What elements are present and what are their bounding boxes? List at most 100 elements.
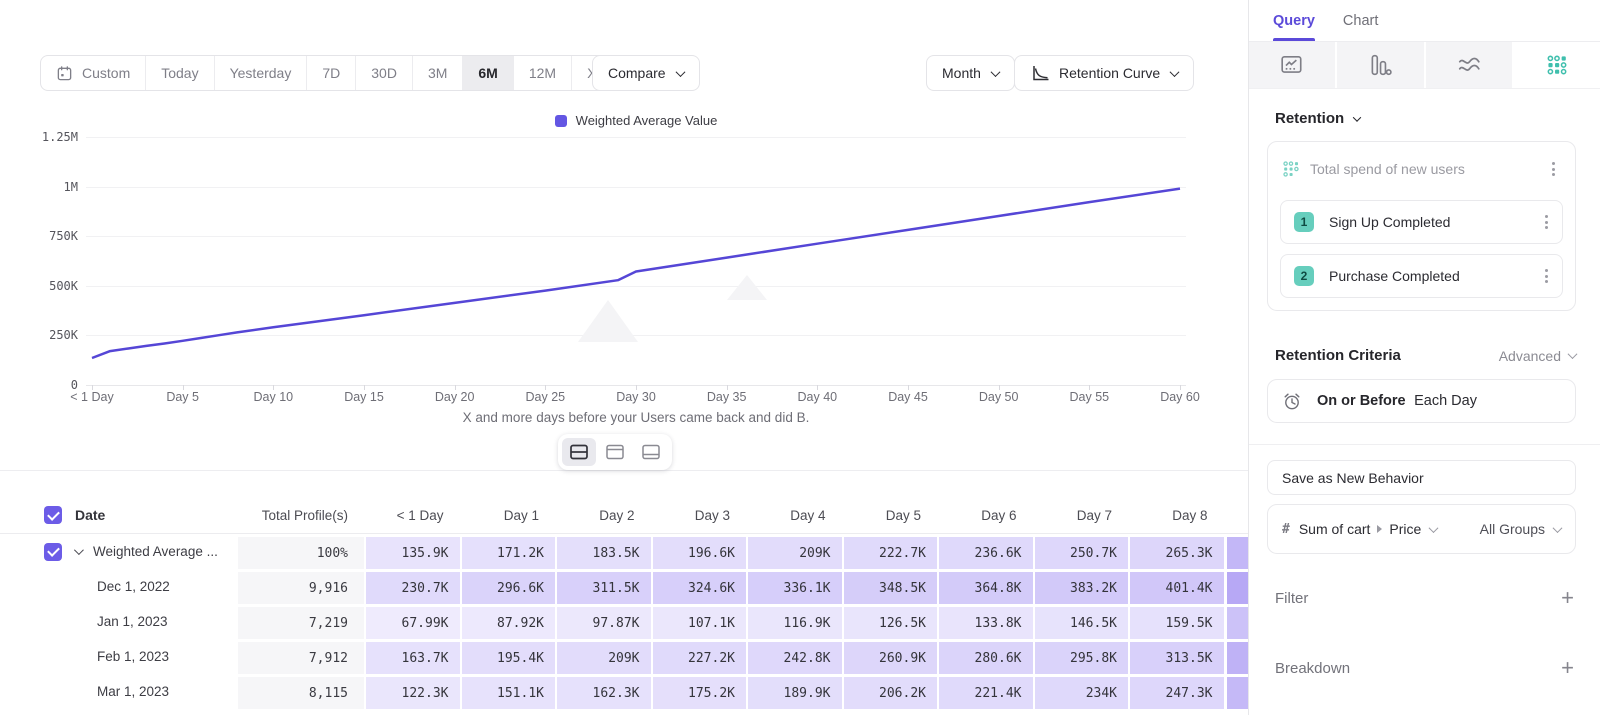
behavior-menu-button[interactable] (1546, 158, 1561, 180)
retention-value-cell[interactable]: 234K (1033, 674, 1129, 709)
insights-view-button[interactable] (1249, 42, 1337, 88)
date-range-6m[interactable]: 6M (463, 56, 513, 90)
retention-value-cell[interactable]: 163.7K (364, 639, 460, 674)
retention-value-cell[interactable]: 311.5K (555, 569, 651, 604)
advanced-label: Advanced (1499, 348, 1561, 364)
retention-value-cell[interactable]: 133.8K (937, 604, 1033, 639)
retention-chart-plot[interactable] (86, 130, 1186, 392)
retention-view-button[interactable] (1514, 42, 1600, 88)
retention-value-cell[interactable]: 230.7K (364, 569, 460, 604)
add-filter-button[interactable]: + (1561, 588, 1574, 608)
tab-chart[interactable]: Chart (1343, 0, 1378, 41)
chart-type-button[interactable]: Retention Curve (1014, 55, 1194, 91)
chart-only-view-button[interactable] (598, 438, 632, 466)
table-row: Jan 1, 20237,21967.99K87.92K97.87K107.1K… (0, 604, 1248, 639)
retention-value-cell[interactable]: 206.2K (842, 674, 938, 709)
chevron-down-icon (1170, 67, 1180, 77)
retention-value-cell[interactable]: 265.3K (1128, 534, 1224, 569)
retention-section-dropdown[interactable]: Retention (1275, 110, 1576, 127)
retention-value-cell[interactable]: 260.9K (842, 639, 938, 674)
legend-swatch (555, 115, 567, 127)
retention-value-cell[interactable]: 250.7K (1033, 534, 1129, 569)
retention-value-cell[interactable]: 209K (746, 534, 842, 569)
retention-value-cell[interactable]: 242.8K (746, 639, 842, 674)
retention-value-cell[interactable]: 364.8K (937, 569, 1033, 604)
retention-value-cell[interactable]: 162.3K (555, 674, 651, 709)
date-range-12m[interactable]: 12M (514, 56, 572, 90)
retention-value-cell[interactable]: 126.5K (842, 604, 938, 639)
behavior-step-1[interactable]: 1 Sign Up Completed (1280, 200, 1563, 244)
retention-value-cell[interactable]: 221.4K (937, 674, 1033, 709)
date-range-yesterday[interactable]: Yesterday (215, 56, 308, 90)
breakdown-section: Breakdown + (1275, 658, 1574, 678)
y-axis-tick: 500K (28, 278, 78, 294)
retention-value-cell[interactable]: 227.2K (651, 639, 747, 674)
retention-value-cell[interactable]: 175.2K (651, 674, 747, 709)
save-as-new-behavior-button[interactable]: Save as New Behavior (1267, 460, 1576, 495)
tab-query[interactable]: Query (1273, 0, 1315, 41)
group-dropdown[interactable]: All Groups (1480, 521, 1561, 537)
funnels-view-button[interactable] (1337, 42, 1425, 88)
table-only-view-button[interactable] (634, 438, 668, 466)
compare-button[interactable]: Compare (592, 55, 700, 91)
retention-value-cell[interactable]: 189.9K (746, 674, 842, 709)
retention-value-cell[interactable]: 196.6K (651, 534, 747, 569)
criteria-window-mode: On or Before (1317, 393, 1406, 409)
step-menu-button[interactable] (1539, 265, 1554, 287)
retention-value-cell[interactable]: 183.5K (555, 534, 651, 569)
retention-value-cell[interactable]: 296.6K (460, 569, 556, 604)
retention-value-cell[interactable]: 336.1K (746, 569, 842, 604)
retention-value-cell[interactable]: 146.5K (1033, 604, 1129, 639)
retention-value-cell[interactable]: 87.92K (460, 604, 556, 639)
advanced-dropdown[interactable]: Advanced (1499, 348, 1576, 364)
legend-label: Weighted Average Value (576, 113, 718, 128)
retention-value-cell[interactable]: 348.5K (842, 569, 938, 604)
retention-value-cell[interactable]: 67.99K (364, 604, 460, 639)
total-profiles-cell: 8,115 (238, 674, 364, 709)
flows-view-button[interactable] (1426, 42, 1514, 88)
date-range-today[interactable]: Today (146, 56, 214, 90)
retention-value-cell[interactable]: 209K (555, 639, 651, 674)
retention-value-cell[interactable]: 195.4K (460, 639, 556, 674)
retention-value-cell[interactable]: 159.5K (1128, 604, 1224, 639)
retention-value-cell[interactable]: 171.2K (460, 534, 556, 569)
date-range-7d[interactable]: 7D (307, 56, 356, 90)
retention-value-cell[interactable]: 222.7K (842, 534, 938, 569)
retention-value-cell[interactable]: 116.9K (746, 604, 842, 639)
x-axis-tick-label: Day 35 (707, 390, 747, 404)
retention-value-cell[interactable]: 151.1K (460, 674, 556, 709)
retention-value-cell[interactable]: 295.8K (1033, 639, 1129, 674)
row-date-cell: Dec 1, 2022 (0, 569, 238, 604)
retention-value-cell[interactable]: 122.3K (364, 674, 460, 709)
breadcrumb-arrow-icon (1377, 525, 1382, 533)
criteria-window-button[interactable]: On or Before Each Day (1267, 379, 1576, 423)
retention-value-cell[interactable]: 313.5K (1128, 639, 1224, 674)
funnel-icon (1368, 53, 1392, 77)
retention-value-cell[interactable]: 280.6K (937, 639, 1033, 674)
table-only-view-icon (640, 442, 662, 462)
report-type-switcher (1249, 42, 1600, 89)
granularity-button[interactable]: Month (926, 55, 1015, 91)
behavior-retention-icon (1282, 160, 1300, 178)
retention-value-cell[interactable]: 383.2K (1033, 569, 1129, 604)
date-range-30d[interactable]: 30D (356, 56, 413, 90)
step-menu-button[interactable] (1539, 211, 1554, 233)
split-view-button[interactable] (562, 438, 596, 466)
retention-value-cell[interactable]: 107.1K (651, 604, 747, 639)
retention-value-cell[interactable]: 97.87K (555, 604, 651, 639)
retention-line-series[interactable] (92, 189, 1180, 358)
retention-value-cell[interactable]: 247.3K (1128, 674, 1224, 709)
retention-value-cell[interactable]: 236.6K (937, 534, 1033, 569)
table-body: Weighted Average ...100%135.9K171.2K183.… (0, 534, 1248, 709)
add-breakdown-button[interactable]: + (1561, 658, 1574, 678)
expand-chevron-icon[interactable] (74, 545, 84, 555)
property-dropdown[interactable]: Sum of cart Price (1299, 521, 1438, 537)
date-range-custom[interactable]: Custom (41, 56, 146, 90)
date-range-3m[interactable]: 3M (413, 56, 463, 90)
retention-value-cell[interactable]: 401.4K (1128, 569, 1224, 604)
retention-value-cell[interactable]: 324.6K (651, 569, 747, 604)
retention-value-cell[interactable]: 135.9K (364, 534, 460, 569)
select-all-checkbox[interactable] (44, 506, 62, 524)
row-checkbox[interactable] (44, 543, 62, 561)
behavior-step-2[interactable]: 2 Purchase Completed (1280, 254, 1563, 298)
